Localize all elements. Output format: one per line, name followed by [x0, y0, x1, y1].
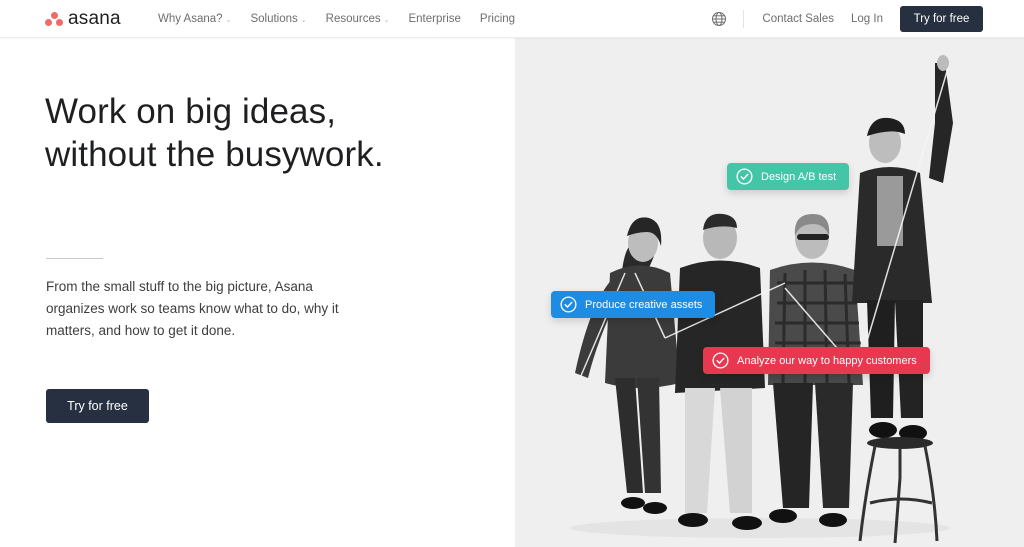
- contact-sales-link[interactable]: Contact Sales: [762, 13, 834, 25]
- nav-resources-label: Resources: [325, 12, 381, 25]
- chevron-down-icon: ⌄: [383, 16, 390, 24]
- log-in-link[interactable]: Log In: [851, 13, 883, 25]
- asana-logo-icon: [45, 11, 63, 27]
- asana-logo[interactable]: asana: [45, 8, 121, 29]
- nav-try-for-free-button[interactable]: Try for free: [900, 5, 983, 32]
- nav-divider: [743, 9, 745, 28]
- nav-enterprise[interactable]: Enterprise: [408, 13, 460, 25]
- nav-pricing[interactable]: Pricing: [480, 13, 515, 25]
- nav-pricing-label: Pricing: [479, 12, 516, 25]
- task-tag-design-ab-test: Design A/B test: [727, 163, 850, 190]
- globe-icon[interactable]: [711, 11, 727, 27]
- top-navigation: asana Why Asana? ⌄ Solutions ⌄ Resources…: [0, 0, 1024, 38]
- nav-why-asana-label: Why Asana?: [158, 12, 223, 25]
- nav-links: Why Asana? ⌄ Solutions ⌄ Resources ⌄ Ent…: [158, 0, 534, 37]
- task-label: Produce creative assets: [585, 298, 703, 311]
- chevron-down-icon: ⌄: [225, 16, 232, 24]
- nav-solutions[interactable]: Solutions ⌄: [250, 13, 306, 25]
- task-label: Analyze our way to happy customers: [737, 354, 917, 367]
- hero-title-line-2: without the busywork.: [45, 135, 384, 174]
- task-label: Design A/B test: [761, 170, 837, 183]
- nav-solutions-label: Solutions: [250, 12, 298, 25]
- nav-enterprise-label: Enterprise: [408, 12, 461, 25]
- nav-resources[interactable]: Resources ⌄: [326, 13, 390, 25]
- nav-actions: Contact Sales Log In Try for free: [711, 0, 983, 37]
- check-circle-icon: [736, 168, 753, 185]
- check-circle-icon: [712, 352, 729, 369]
- nav-why-asana[interactable]: Why Asana? ⌄: [158, 13, 231, 25]
- hero-try-for-free-button[interactable]: Try for free: [46, 389, 149, 423]
- brand-name: asana: [68, 8, 121, 29]
- task-tag-produce-creative-assets: Produce creative assets: [551, 291, 716, 318]
- hero-divider: [46, 258, 103, 259]
- hero-description: From the small stuff to the big picture,…: [46, 279, 339, 338]
- person-1: [575, 217, 680, 514]
- chevron-down-icon: ⌄: [300, 16, 307, 24]
- person-4: [852, 55, 953, 544]
- hero-title: Work on big ideas, without the busywork.: [45, 90, 384, 176]
- task-tag-analyze-happy-customers: Analyze our way to happy customers: [703, 347, 930, 374]
- hero-title-line-1: Work on big ideas,: [45, 92, 337, 131]
- check-circle-icon: [560, 296, 577, 313]
